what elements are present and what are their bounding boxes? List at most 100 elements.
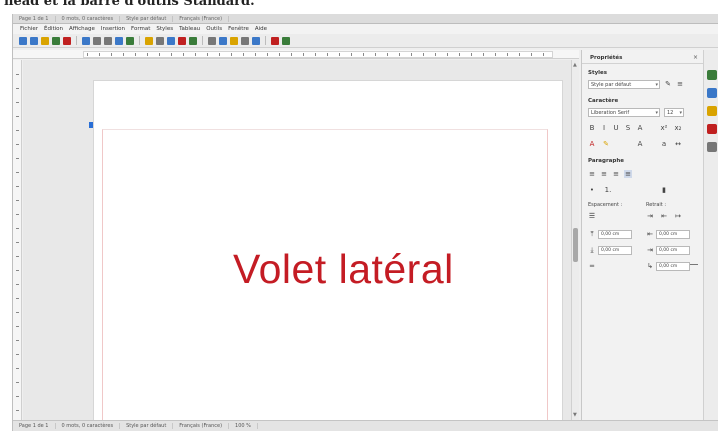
superscript-icon[interactable]: x² xyxy=(660,124,668,132)
numbered-list-icon[interactable]: 1. xyxy=(604,186,612,194)
toolbar-button-icon[interactable] xyxy=(126,36,134,45)
status-page[interactable]: Page 1 de 1 xyxy=(13,423,56,429)
font-color-icon[interactable]: A xyxy=(588,140,596,148)
toolbar-button-icon[interactable] xyxy=(41,36,49,45)
toolbar-button-icon[interactable] xyxy=(82,36,90,45)
highlight-icon[interactable]: ✎ xyxy=(602,140,610,148)
style-update-icon[interactable]: ✎ xyxy=(664,80,672,88)
align-center-icon[interactable]: ≡ xyxy=(600,170,608,178)
toolbar-button-icon[interactable] xyxy=(167,36,175,45)
ruler-tick xyxy=(16,214,19,215)
subscript-icon[interactable]: x₂ xyxy=(674,124,682,132)
deck-tab-icon[interactable] xyxy=(707,124,717,134)
strikethrough-icon[interactable]: S xyxy=(624,124,632,132)
toolbar-button-icon[interactable] xyxy=(241,36,249,45)
line-spacing-select-icon[interactable]: ═ xyxy=(588,262,596,270)
line-spacing-icon[interactable]: ☰ xyxy=(588,212,596,220)
vertical-ruler[interactable] xyxy=(13,60,22,420)
toolbar-button-icon[interactable] xyxy=(115,36,123,45)
document-heading[interactable]: Volet latéral xyxy=(233,246,454,293)
bullet-list-icon[interactable]: • xyxy=(588,186,596,194)
toolbar-button-icon[interactable] xyxy=(52,36,60,45)
toolbar-button-icon[interactable] xyxy=(230,36,238,45)
shadow-icon[interactable]: A xyxy=(636,124,644,132)
bold-icon[interactable]: B xyxy=(588,124,596,132)
grow-font-icon[interactable]: A xyxy=(636,140,644,148)
deck-tab-icon[interactable] xyxy=(707,142,717,152)
styles-section-title[interactable]: Styles xyxy=(588,70,607,76)
toolbar-button-icon[interactable] xyxy=(208,36,216,45)
toolbar-button-icon[interactable] xyxy=(30,36,38,45)
spacing-label: Espacement : xyxy=(588,202,623,208)
new-style-icon[interactable]: ≡ xyxy=(676,80,684,88)
ruler-tick xyxy=(387,53,388,56)
toolbar-separator xyxy=(139,36,140,45)
menu-help[interactable]: Aide xyxy=(252,26,270,32)
font-size-select[interactable]: 12 ▾ xyxy=(664,108,684,117)
status-language[interactable]: Français (France) xyxy=(173,423,230,429)
sidebar-header: Propriétés × xyxy=(582,50,704,64)
paragraph-style-select[interactable]: Style par défaut ▾ xyxy=(588,80,660,89)
scroll-down-icon[interactable]: ▼ xyxy=(573,412,577,418)
toolbar-button-icon[interactable] xyxy=(145,36,153,45)
hanging-indent-icon[interactable]: ↦ xyxy=(674,212,682,220)
align-right-icon[interactable]: ≡ xyxy=(612,170,620,178)
toolbar-button-icon[interactable] xyxy=(93,36,101,45)
character-section-title[interactable]: Caractère xyxy=(588,98,618,104)
status-zoom[interactable]: 100 % xyxy=(229,423,258,429)
toolbar-button-icon[interactable] xyxy=(104,36,112,45)
indent-before-field[interactable]: 0,00 cm xyxy=(656,230,690,239)
sidebar-close-icon[interactable]: × xyxy=(693,54,698,61)
menu-edit[interactable]: Édition xyxy=(41,26,66,32)
align-left-icon[interactable]: ≡ xyxy=(588,170,596,178)
menu-tools[interactable]: Outils xyxy=(203,26,225,32)
toolbar-button-icon[interactable] xyxy=(219,36,227,45)
menu-view[interactable]: Affichage xyxy=(66,26,98,32)
toolbar-button-icon[interactable] xyxy=(282,36,290,45)
menu-insert[interactable]: Insertion xyxy=(98,26,128,32)
increase-indent-icon[interactable]: ⇥ xyxy=(646,212,654,220)
underline-icon[interactable]: U xyxy=(612,124,620,132)
ruler-tick xyxy=(159,53,160,56)
align-justify-icon[interactable]: ≡ xyxy=(624,170,632,178)
toolbar-separator xyxy=(202,36,203,45)
menu-file[interactable]: Fichier xyxy=(17,26,41,32)
space-below-field[interactable]: 0,00 cm xyxy=(598,246,632,255)
first-line-field[interactable]: 0,00 cm xyxy=(656,262,690,271)
paragraph-section-title[interactable]: Paragraphe xyxy=(588,158,624,164)
shrink-font-icon[interactable]: a xyxy=(660,140,668,148)
ruler-tick xyxy=(16,172,19,173)
toolbar-button-icon[interactable] xyxy=(19,36,27,45)
horizontal-ruler[interactable] xyxy=(13,50,579,59)
chevron-down-icon: ▾ xyxy=(679,110,682,116)
toolbar-button-icon[interactable] xyxy=(252,36,260,45)
menu-styles[interactable]: Styles xyxy=(153,26,176,32)
toolbar-button-icon[interactable] xyxy=(63,36,71,45)
italic-icon[interactable]: I xyxy=(600,124,608,132)
ruler-tick xyxy=(16,298,19,299)
decrease-indent-icon[interactable]: ⇤ xyxy=(660,212,668,220)
scroll-up-icon[interactable]: ▲ xyxy=(573,62,577,68)
menu-format[interactable]: Format xyxy=(128,26,153,32)
ruler-tick xyxy=(291,53,292,56)
document-area[interactable]: Volet latéral xyxy=(23,60,571,420)
char-spacing-icon[interactable]: ↔ xyxy=(674,140,682,148)
deck-tab-icon[interactable] xyxy=(707,70,717,80)
background-fill-icon[interactable]: ▮ xyxy=(660,186,668,194)
scroll-thumb[interactable] xyxy=(573,228,578,262)
toolbar-button-icon[interactable] xyxy=(271,36,279,45)
toolbar-button-icon[interactable] xyxy=(189,36,197,45)
menu-table[interactable]: Tableau xyxy=(176,26,203,32)
indent-after-field[interactable]: 0,00 cm xyxy=(656,246,690,255)
deck-tab-icon[interactable] xyxy=(707,88,717,98)
status-page-style[interactable]: Style par défaut xyxy=(120,423,174,429)
menu-window[interactable]: Fenêtre xyxy=(225,26,252,32)
ruler-tick xyxy=(207,53,208,56)
toolbar-button-icon[interactable] xyxy=(156,36,164,45)
font-name-select[interactable]: Liberation Serif ▾ xyxy=(588,108,660,117)
space-above-field[interactable]: 0,00 cm xyxy=(598,230,632,239)
vertical-scrollbar[interactable]: ▲ ▼ xyxy=(571,60,579,420)
toolbar-button-icon[interactable] xyxy=(178,36,186,45)
status-word-count[interactable]: 0 mots, 0 caractères xyxy=(56,423,121,429)
deck-tab-icon[interactable] xyxy=(707,106,717,116)
